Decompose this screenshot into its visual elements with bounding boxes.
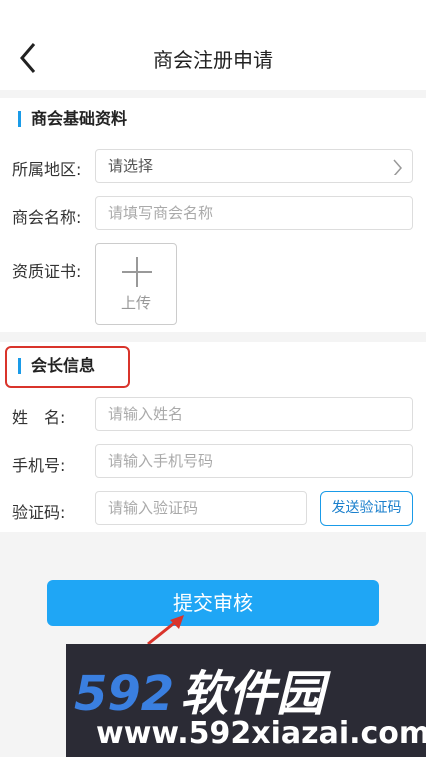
chamber-name-label: 商会名称:: [12, 208, 82, 227]
region-label: 所属地区:: [12, 160, 82, 179]
code-input[interactable]: 请输入验证码: [95, 491, 307, 525]
chevron-right-icon: [393, 159, 402, 175]
send-code-button[interactable]: 发送验证码: [320, 491, 413, 526]
code-label: 验证码:: [12, 503, 66, 522]
watermark: 592 软件园 www.592xiazai.com: [66, 644, 426, 757]
header-bar: 商会注册申请: [0, 0, 426, 90]
president-name-label: 姓 名:: [12, 408, 66, 427]
highlight-box: [5, 346, 130, 388]
region-value: 请选择: [108, 157, 154, 175]
upload-button[interactable]: 上传: [95, 243, 177, 325]
president-name-input[interactable]: 请输入姓名: [95, 397, 413, 431]
chamber-name-input[interactable]: 请填写商会名称: [95, 196, 413, 230]
watermark-brand: 592 软件园: [74, 666, 325, 722]
region-select[interactable]: 请选择: [95, 149, 413, 183]
submit-button[interactable]: 提交审核: [47, 580, 379, 626]
plus-icon: [122, 257, 152, 287]
certificate-label: 资质证书:: [12, 262, 82, 281]
annotation-arrow-icon: [147, 615, 184, 646]
phone-input[interactable]: 请输入手机号码: [95, 444, 413, 478]
watermark-url: www.592xiazai.com: [96, 716, 426, 751]
phone-label: 手机号:: [12, 456, 66, 475]
upload-label: 上传: [120, 294, 151, 312]
page-title: 商会注册申请: [153, 48, 273, 72]
section-title-basic: 商会基础资料: [18, 111, 127, 127]
